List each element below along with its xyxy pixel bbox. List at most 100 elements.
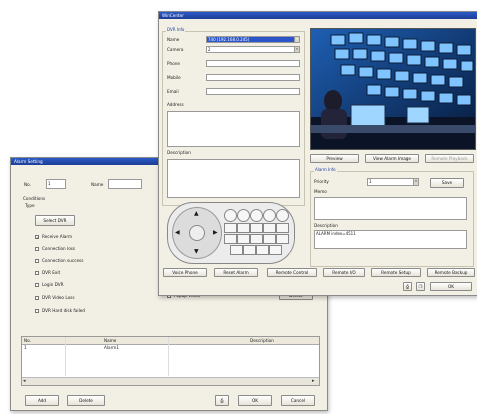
phone-field[interactable] bbox=[206, 60, 300, 67]
ptz-key-10[interactable] bbox=[276, 223, 289, 233]
table-row[interactable]: 1 Alarm1 bbox=[22, 345, 319, 352]
delete-button[interactable]: Delete bbox=[67, 395, 105, 406]
name-label: Name bbox=[91, 182, 104, 187]
ptz-key-2[interactable] bbox=[237, 209, 250, 222]
print-button[interactable]: ⎙ bbox=[215, 395, 229, 406]
chevron-down-icon: ▾ bbox=[413, 179, 418, 185]
connection-loss-checkbox[interactable] bbox=[35, 247, 39, 251]
priority-select[interactable]: 1 ▾ bbox=[367, 178, 419, 186]
ptz-key-5[interactable] bbox=[276, 209, 289, 222]
remote-control-button[interactable]: Remote Control bbox=[267, 268, 317, 277]
ptz-key-12[interactable] bbox=[237, 234, 250, 244]
ok-button[interactable]: OK bbox=[238, 395, 272, 406]
ptz-key-7[interactable] bbox=[237, 223, 250, 233]
copy-icon: ❐ bbox=[418, 284, 423, 289]
wincenter-title: WinCenter bbox=[162, 13, 184, 18]
ptz-key-15[interactable] bbox=[276, 234, 289, 244]
alarm-description-field[interactable]: ALARM index=4511 bbox=[314, 230, 467, 249]
dvr-exit-checkbox[interactable] bbox=[35, 271, 39, 275]
remote-io-button[interactable]: Remote I/O bbox=[323, 268, 365, 277]
wincenter-ok-button[interactable]: OK bbox=[430, 282, 472, 291]
camera-label: Camera bbox=[167, 47, 184, 52]
wincenter-titlebar[interactable]: WinCenter bbox=[159, 12, 477, 19]
alarm-table: No. Name Description 1 Alarm1 ◂ ▸ bbox=[21, 336, 320, 386]
cancel-button[interactable]: Cancel bbox=[281, 395, 315, 406]
ptz-dpad[interactable]: ▲ ▼ ◀ ▶ bbox=[172, 207, 222, 259]
col-no-header[interactable]: No. bbox=[24, 338, 31, 343]
col-name-header[interactable]: Name bbox=[104, 338, 116, 343]
ptz-key-6[interactable] bbox=[224, 223, 237, 233]
scroll-right-icon[interactable]: ▸ bbox=[312, 378, 315, 384]
video-preview[interactable] bbox=[310, 28, 476, 150]
arrow-left-icon[interactable]: ◀ bbox=[175, 229, 180, 236]
memo-field[interactable] bbox=[314, 197, 467, 220]
ptz-key-18[interactable] bbox=[256, 245, 269, 255]
priority-value: 1 bbox=[369, 179, 372, 184]
connection-success-checkbox[interactable] bbox=[35, 259, 39, 263]
dvr-name-label: Name bbox=[167, 37, 180, 42]
voice-phone-button[interactable]: Voice Phone bbox=[163, 268, 207, 277]
ptz-center-button[interactable] bbox=[189, 225, 205, 241]
receive-alarm-label: Receive Alarm bbox=[42, 234, 73, 239]
ptz-key-14[interactable] bbox=[263, 234, 276, 244]
ptz-key-17[interactable] bbox=[243, 245, 256, 255]
ptz-key-19[interactable] bbox=[269, 245, 282, 255]
receive-alarm-checkbox[interactable]: ✓ bbox=[35, 235, 39, 240]
remote-playback-button[interactable]: Remote Playback bbox=[425, 154, 474, 163]
ptz-key-13[interactable] bbox=[250, 234, 263, 244]
login-dvr-checkbox[interactable] bbox=[35, 283, 39, 287]
print-button[interactable]: ⎙ bbox=[403, 282, 412, 291]
printer-icon: ⎙ bbox=[405, 284, 410, 289]
email-field[interactable] bbox=[206, 88, 300, 95]
horizontal-scrollbar[interactable]: ◂ ▸ bbox=[22, 377, 319, 385]
preview-button[interactable]: Preview bbox=[310, 154, 359, 163]
dvr-name-value: 740 (192.168.0.245) bbox=[208, 37, 250, 42]
arrow-right-icon[interactable]: ▶ bbox=[213, 229, 218, 236]
wincenter-window: WinCenter DVR Info Name 740 (192.168.0.2… bbox=[158, 11, 477, 296]
type-label: Type bbox=[25, 203, 35, 208]
conditions-label: Conditions bbox=[23, 196, 46, 201]
remote-setup-button[interactable]: Remote Setup bbox=[371, 268, 421, 277]
dvr-name-select[interactable]: 740 (192.168.0.245) ▾ bbox=[206, 36, 300, 43]
save-button[interactable]: Save bbox=[430, 178, 464, 188]
printer-icon: ⎙ bbox=[220, 398, 224, 403]
dvr-exit-label: DVR Exit bbox=[42, 270, 61, 275]
alarm-setting-title: Alarm Setting bbox=[14, 159, 43, 164]
arrow-up-icon[interactable]: ▲ bbox=[194, 210, 199, 217]
ptz-control-panel: ▲ ▼ ◀ ▶ bbox=[167, 202, 295, 264]
no-label: No. bbox=[24, 182, 31, 187]
priority-label: Priority bbox=[314, 179, 329, 184]
no-field[interactable]: 1 bbox=[46, 179, 66, 189]
arrow-down-icon[interactable]: ▼ bbox=[194, 248, 199, 255]
dvr-video-loss-checkbox[interactable] bbox=[35, 296, 39, 300]
select-dvr-button[interactable]: Select DVR bbox=[35, 215, 75, 226]
ptz-key-11[interactable] bbox=[224, 234, 237, 244]
ptz-keypad bbox=[224, 209, 292, 257]
description-field[interactable] bbox=[167, 159, 300, 198]
name-field[interactable] bbox=[108, 179, 142, 189]
view-alarm-image-button[interactable]: View Alarm Image bbox=[365, 154, 419, 163]
scroll-left-icon[interactable]: ◂ bbox=[23, 378, 26, 384]
col-description-header[interactable]: Description bbox=[250, 338, 274, 343]
address-field[interactable] bbox=[167, 111, 300, 147]
remote-backup-button[interactable]: Remote Backup bbox=[427, 268, 475, 277]
row-name-cell: Alarm1 bbox=[104, 345, 119, 350]
ptz-key-4[interactable] bbox=[263, 209, 276, 222]
email-label: Email bbox=[167, 89, 179, 94]
ptz-key-16[interactable] bbox=[230, 245, 243, 255]
ptz-key-9[interactable] bbox=[263, 223, 276, 233]
ptz-key-1[interactable] bbox=[224, 209, 237, 222]
table-header: No. Name Description bbox=[22, 337, 319, 345]
add-button[interactable]: Add bbox=[25, 395, 59, 406]
login-dvr-label: Login DVR bbox=[42, 282, 64, 287]
alarm-description-label: Description bbox=[314, 223, 338, 228]
ptz-key-3[interactable] bbox=[250, 209, 263, 222]
dvr-hdd-failed-checkbox[interactable] bbox=[35, 309, 39, 313]
camera-select[interactable]: 2 ▾ bbox=[206, 46, 300, 53]
copy-button[interactable]: ❐ bbox=[416, 282, 425, 291]
mobile-field[interactable] bbox=[206, 74, 300, 81]
ptz-key-8[interactable] bbox=[250, 223, 263, 233]
table-col-divider-2 bbox=[168, 337, 169, 376]
reset-alarm-button[interactable]: Reset Alarm bbox=[214, 268, 258, 277]
dvr-hdd-failed-label: DVR Hard disk failed bbox=[42, 308, 85, 313]
